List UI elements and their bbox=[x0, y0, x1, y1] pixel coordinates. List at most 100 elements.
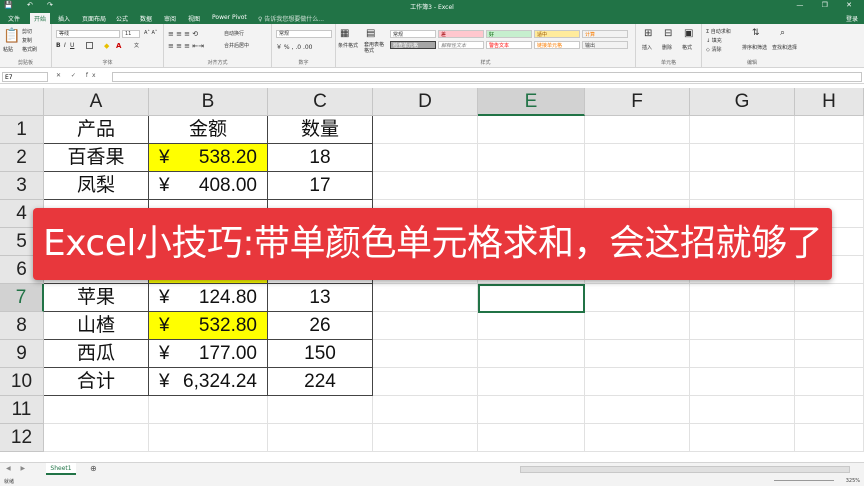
cell-f7[interactable] bbox=[585, 284, 690, 312]
cell-e11[interactable] bbox=[478, 396, 585, 424]
clear-button[interactable]: ◇ 清除 bbox=[706, 46, 721, 53]
cell-g3[interactable] bbox=[690, 172, 795, 200]
cell-d1[interactable] bbox=[373, 116, 478, 144]
cell-f11[interactable] bbox=[585, 396, 690, 424]
tab-data[interactable]: 数据 bbox=[140, 14, 152, 23]
cell-b12[interactable] bbox=[149, 424, 268, 452]
cell-a2[interactable]: 百香果 bbox=[44, 144, 149, 172]
format-cells-button[interactable]: 格式 bbox=[682, 44, 692, 51]
cell-e12[interactable] bbox=[478, 424, 585, 452]
conditional-format-button[interactable]: 条件格式 bbox=[338, 42, 358, 49]
column-header-h[interactable]: H bbox=[795, 88, 864, 116]
find-select-button[interactable]: 查找和选择 bbox=[772, 44, 797, 51]
delete-cells-icon[interactable]: ⊟ bbox=[664, 28, 672, 39]
style-check-cell[interactable]: 检查单元格 bbox=[390, 41, 436, 49]
tab-power-pivot[interactable]: Power Pivot bbox=[212, 14, 247, 21]
cell-g10[interactable] bbox=[690, 368, 795, 396]
style-explanatory[interactable]: 解释性文本 bbox=[438, 41, 484, 49]
cell-h7[interactable] bbox=[795, 284, 864, 312]
copy-button[interactable]: 复制 bbox=[22, 37, 32, 44]
cell-e2[interactable] bbox=[478, 144, 585, 172]
cell-g8[interactable] bbox=[690, 312, 795, 340]
border-icon[interactable] bbox=[86, 42, 94, 49]
cell-g9[interactable] bbox=[690, 340, 795, 368]
format-painter-button[interactable]: 格式刷 bbox=[22, 46, 37, 53]
cell-h10[interactable] bbox=[795, 368, 864, 396]
cell-a12[interactable] bbox=[44, 424, 149, 452]
column-header-d[interactable]: D bbox=[373, 88, 478, 116]
cell-h9[interactable] bbox=[795, 340, 864, 368]
cell-a10[interactable]: 合计 bbox=[44, 368, 149, 396]
login-link[interactable]: 登录 bbox=[846, 14, 858, 23]
row-header-11[interactable]: 11 bbox=[0, 396, 44, 424]
row-header-7[interactable]: 7 bbox=[0, 284, 44, 312]
cell-g11[interactable] bbox=[690, 396, 795, 424]
name-box[interactable]: E7 bbox=[2, 72, 48, 82]
style-calculation[interactable]: 计算 bbox=[582, 30, 628, 38]
cell-a7[interactable]: 苹果 bbox=[44, 284, 149, 312]
cell-b7[interactable]: ¥124.80 bbox=[149, 284, 268, 312]
fill-button[interactable]: ↓ 填充 bbox=[706, 37, 722, 44]
row-header-12[interactable]: 12 bbox=[0, 424, 44, 452]
fill-color-icon[interactable]: ◆ bbox=[104, 42, 109, 50]
style-neutral[interactable]: 适中 bbox=[534, 30, 580, 38]
row-header-1[interactable]: 1 bbox=[0, 116, 44, 144]
formula-buttons[interactable]: ✕ ✓ fx bbox=[56, 72, 100, 79]
cell-f1[interactable] bbox=[585, 116, 690, 144]
tab-home[interactable]: 开始 bbox=[30, 13, 51, 24]
number-format-select[interactable]: 常规 bbox=[276, 30, 332, 38]
cell-c3[interactable]: 17 bbox=[268, 172, 373, 200]
italic-icon[interactable]: I bbox=[64, 42, 66, 49]
cell-d7[interactable] bbox=[373, 284, 478, 312]
cell-c7[interactable]: 13 bbox=[268, 284, 373, 312]
cell-a1[interactable]: 产品 bbox=[44, 116, 149, 144]
sort-filter-button[interactable]: 排序和筛选 bbox=[742, 44, 767, 51]
cell-h12[interactable] bbox=[795, 424, 864, 452]
tab-formulas[interactable]: 公式 bbox=[116, 14, 128, 23]
style-normal[interactable]: 常规 bbox=[390, 30, 436, 38]
sort-filter-icon[interactable]: ⇅ bbox=[752, 28, 760, 38]
cell-b9[interactable]: ¥177.00 bbox=[149, 340, 268, 368]
cell-b10[interactable]: ¥6,324.24 bbox=[149, 368, 268, 396]
font-size-select[interactable]: 11 bbox=[122, 30, 140, 38]
cell-c1[interactable]: 数量 bbox=[268, 116, 373, 144]
paste-button[interactable]: 粘贴 bbox=[3, 46, 13, 53]
delete-cells-button[interactable]: 删除 bbox=[662, 44, 672, 51]
sheet-nav-icons[interactable]: ◀ ▶ bbox=[6, 465, 29, 472]
cell-a8[interactable]: 山楂 bbox=[44, 312, 149, 340]
align-top-icons[interactable]: ≡ ≡ ≡ ⟲ bbox=[168, 30, 198, 38]
cell-d10[interactable] bbox=[373, 368, 478, 396]
cell-f8[interactable] bbox=[585, 312, 690, 340]
table-format-button[interactable]: 套用表格格式 bbox=[364, 42, 386, 54]
cell-g7[interactable] bbox=[690, 284, 795, 312]
tell-me-search[interactable]: ♀ 告诉我您想要做什么... bbox=[258, 14, 324, 23]
sheet-tab-sheet1[interactable]: Sheet1 bbox=[46, 463, 76, 475]
column-header-e[interactable]: E bbox=[478, 88, 585, 116]
column-header-c[interactable]: C bbox=[268, 88, 373, 116]
phonetic-icon[interactable]: 文 bbox=[134, 42, 139, 49]
style-bad[interactable]: 差 bbox=[438, 30, 484, 38]
cell-d11[interactable] bbox=[373, 396, 478, 424]
cell-d9[interactable] bbox=[373, 340, 478, 368]
cell-h11[interactable] bbox=[795, 396, 864, 424]
cell-c12[interactable] bbox=[268, 424, 373, 452]
tab-view[interactable]: 视图 bbox=[188, 14, 200, 23]
merge-center-button[interactable]: 合并后居中 bbox=[224, 42, 249, 49]
cell-b3[interactable]: ¥408.00 bbox=[149, 172, 268, 200]
cell-a11[interactable] bbox=[44, 396, 149, 424]
add-sheet-icon[interactable]: ⊕ bbox=[90, 464, 97, 473]
align-left-icons[interactable]: ≡ ≡ ≡ ⇤⇥ bbox=[168, 42, 204, 50]
insert-cells-icon[interactable]: ⊞ bbox=[644, 28, 652, 39]
wrap-text-button[interactable]: 自动换行 bbox=[224, 30, 244, 37]
cell-h2[interactable] bbox=[795, 144, 864, 172]
zoom-level[interactable]: 325% bbox=[846, 478, 860, 484]
cell-d2[interactable] bbox=[373, 144, 478, 172]
tab-page-layout[interactable]: 页面布局 bbox=[82, 14, 106, 23]
select-all-corner[interactable] bbox=[0, 88, 44, 116]
cell-f9[interactable] bbox=[585, 340, 690, 368]
cell-d12[interactable] bbox=[373, 424, 478, 452]
row-header-3[interactable]: 3 bbox=[0, 172, 44, 200]
cell-g12[interactable] bbox=[690, 424, 795, 452]
paste-icon[interactable]: 📋 bbox=[3, 28, 20, 44]
cell-f2[interactable] bbox=[585, 144, 690, 172]
